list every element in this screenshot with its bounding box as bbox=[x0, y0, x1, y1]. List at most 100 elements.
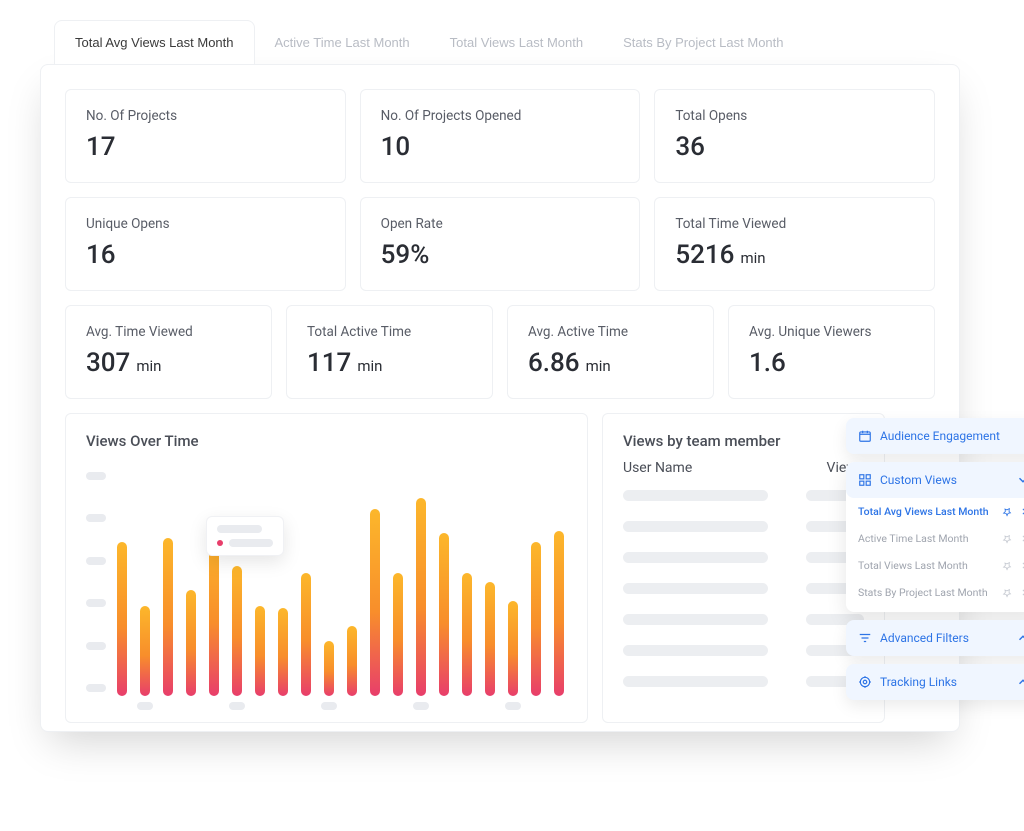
bar[interactable] bbox=[255, 606, 265, 696]
bar-col bbox=[137, 606, 153, 710]
side-label: Tracking Links bbox=[880, 675, 957, 689]
skeleton-text bbox=[623, 645, 768, 656]
x-tick bbox=[137, 702, 153, 710]
pin-icon[interactable] bbox=[1002, 588, 1012, 598]
table-row bbox=[623, 490, 864, 501]
tab-total-views[interactable]: Total Views Last Month bbox=[430, 21, 603, 64]
stats-row-3: Avg. Time Viewed 307min Total Active Tim… bbox=[65, 305, 935, 399]
card-avg-unique-viewers: Avg. Unique Viewers 1.6 bbox=[728, 305, 935, 399]
bar[interactable] bbox=[232, 566, 242, 696]
close-icon[interactable] bbox=[1020, 507, 1024, 517]
bar-col bbox=[183, 590, 199, 710]
bar[interactable] bbox=[370, 509, 380, 696]
bar[interactable] bbox=[485, 582, 495, 696]
bar-col bbox=[390, 573, 406, 710]
side-label: Audience Engagement bbox=[880, 429, 1000, 443]
bar-col bbox=[505, 601, 521, 710]
close-icon[interactable] bbox=[1020, 588, 1024, 598]
table-row bbox=[623, 614, 864, 625]
side-custom-view-item[interactable]: Stats By Project Last Month bbox=[846, 579, 1024, 606]
close-icon[interactable] bbox=[1020, 561, 1024, 571]
card-value: 36 bbox=[675, 132, 914, 162]
skeleton-text bbox=[623, 490, 768, 501]
bar[interactable] bbox=[117, 542, 127, 696]
card-value: 59% bbox=[381, 240, 620, 270]
side-audience-engagement[interactable]: Audience Engagement bbox=[846, 418, 1024, 454]
card-label: Total Time Viewed bbox=[675, 216, 914, 232]
card-label: Total Opens bbox=[675, 108, 914, 124]
side-item-label: Total Views Last Month bbox=[858, 559, 968, 572]
pin-icon[interactable] bbox=[1002, 534, 1012, 544]
card-unique-opens: Unique Opens 16 bbox=[65, 197, 346, 291]
bar[interactable] bbox=[324, 641, 334, 696]
side-label: Custom Views bbox=[880, 473, 957, 487]
bar-col bbox=[206, 533, 222, 710]
tabs: Total Avg Views Last Month Active Time L… bbox=[54, 20, 960, 64]
side-custom-view-item[interactable]: Active Time Last Month bbox=[846, 525, 1024, 552]
tab-active-time[interactable]: Active Time Last Month bbox=[255, 21, 430, 64]
table-row bbox=[623, 552, 864, 563]
bar-col bbox=[459, 573, 475, 710]
table-row bbox=[623, 645, 864, 656]
bar-col bbox=[298, 573, 314, 710]
side-custom-view-item[interactable]: Total Avg Views Last Month bbox=[846, 498, 1024, 525]
col-user-name: User Name bbox=[623, 460, 692, 476]
card-avg-time-viewed: Avg. Time Viewed 307min bbox=[65, 305, 272, 399]
card-label: Avg. Unique Viewers bbox=[749, 324, 914, 340]
tooltip-dot-icon bbox=[217, 540, 223, 546]
card-label: Avg. Active Time bbox=[528, 324, 693, 340]
bar[interactable] bbox=[209, 533, 219, 696]
side-advanced-filters[interactable]: Advanced Filters bbox=[846, 620, 1024, 656]
card-label: Open Rate bbox=[381, 216, 620, 232]
bar[interactable] bbox=[554, 531, 564, 696]
bar[interactable] bbox=[508, 601, 518, 696]
bar[interactable] bbox=[462, 573, 472, 696]
card-no-of-projects: No. Of Projects 17 bbox=[65, 89, 346, 183]
card-label: Unique Opens bbox=[86, 216, 325, 232]
side-custom-views-head[interactable]: Custom Views bbox=[846, 462, 1024, 498]
side-custom-views-group: Custom Views Total Avg Views Last Month A… bbox=[846, 462, 1024, 612]
bar[interactable] bbox=[301, 573, 311, 696]
bar[interactable] bbox=[531, 542, 541, 696]
card-total-time-viewed: Total Time Viewed 5216min bbox=[654, 197, 935, 291]
bar-col bbox=[482, 582, 498, 710]
bar-col bbox=[367, 509, 383, 710]
dashboard-wrap: Total Avg Views Last Month Active Time L… bbox=[40, 20, 960, 732]
bar[interactable] bbox=[278, 608, 288, 696]
side-item-label: Active Time Last Month bbox=[858, 532, 969, 545]
bar[interactable] bbox=[186, 590, 196, 696]
bar[interactable] bbox=[163, 538, 173, 696]
bar[interactable] bbox=[140, 606, 150, 696]
bar-col bbox=[436, 533, 452, 710]
tab-stats-by-project[interactable]: Stats By Project Last Month bbox=[603, 21, 803, 64]
skeleton-text bbox=[623, 552, 768, 563]
card-value: 117min bbox=[307, 348, 472, 378]
filter-icon bbox=[858, 631, 872, 645]
table-row bbox=[623, 583, 864, 594]
bar[interactable] bbox=[393, 573, 403, 696]
views-bar-chart bbox=[86, 460, 567, 710]
side-item-actions bbox=[1002, 588, 1024, 598]
bar[interactable] bbox=[347, 626, 357, 696]
card-no-of-projects-opened: No. Of Projects Opened 10 bbox=[360, 89, 641, 183]
close-icon[interactable] bbox=[1020, 534, 1024, 544]
bar-col bbox=[321, 641, 337, 710]
table-row bbox=[623, 521, 864, 532]
side-item-actions bbox=[1002, 534, 1024, 544]
views-over-time-card: Views Over Time bbox=[65, 413, 588, 723]
bar[interactable] bbox=[416, 498, 426, 696]
x-tick bbox=[229, 702, 245, 710]
card-label: Avg. Time Viewed bbox=[86, 324, 251, 340]
pin-icon[interactable] bbox=[1002, 561, 1012, 571]
pin-icon[interactable] bbox=[1002, 507, 1012, 517]
tab-total-avg-views[interactable]: Total Avg Views Last Month bbox=[54, 20, 255, 64]
side-custom-view-item[interactable]: Total Views Last Month bbox=[846, 552, 1024, 579]
card-label: No. Of Projects bbox=[86, 108, 325, 124]
bar-col bbox=[551, 531, 567, 710]
chevron-down-icon bbox=[1016, 473, 1024, 487]
card-avg-active-time: Avg. Active Time 6.86min bbox=[507, 305, 714, 399]
y-tick bbox=[86, 472, 106, 480]
bar[interactable] bbox=[439, 533, 449, 696]
y-tick bbox=[86, 599, 106, 607]
side-tracking-links[interactable]: Tracking Links bbox=[846, 664, 1024, 700]
